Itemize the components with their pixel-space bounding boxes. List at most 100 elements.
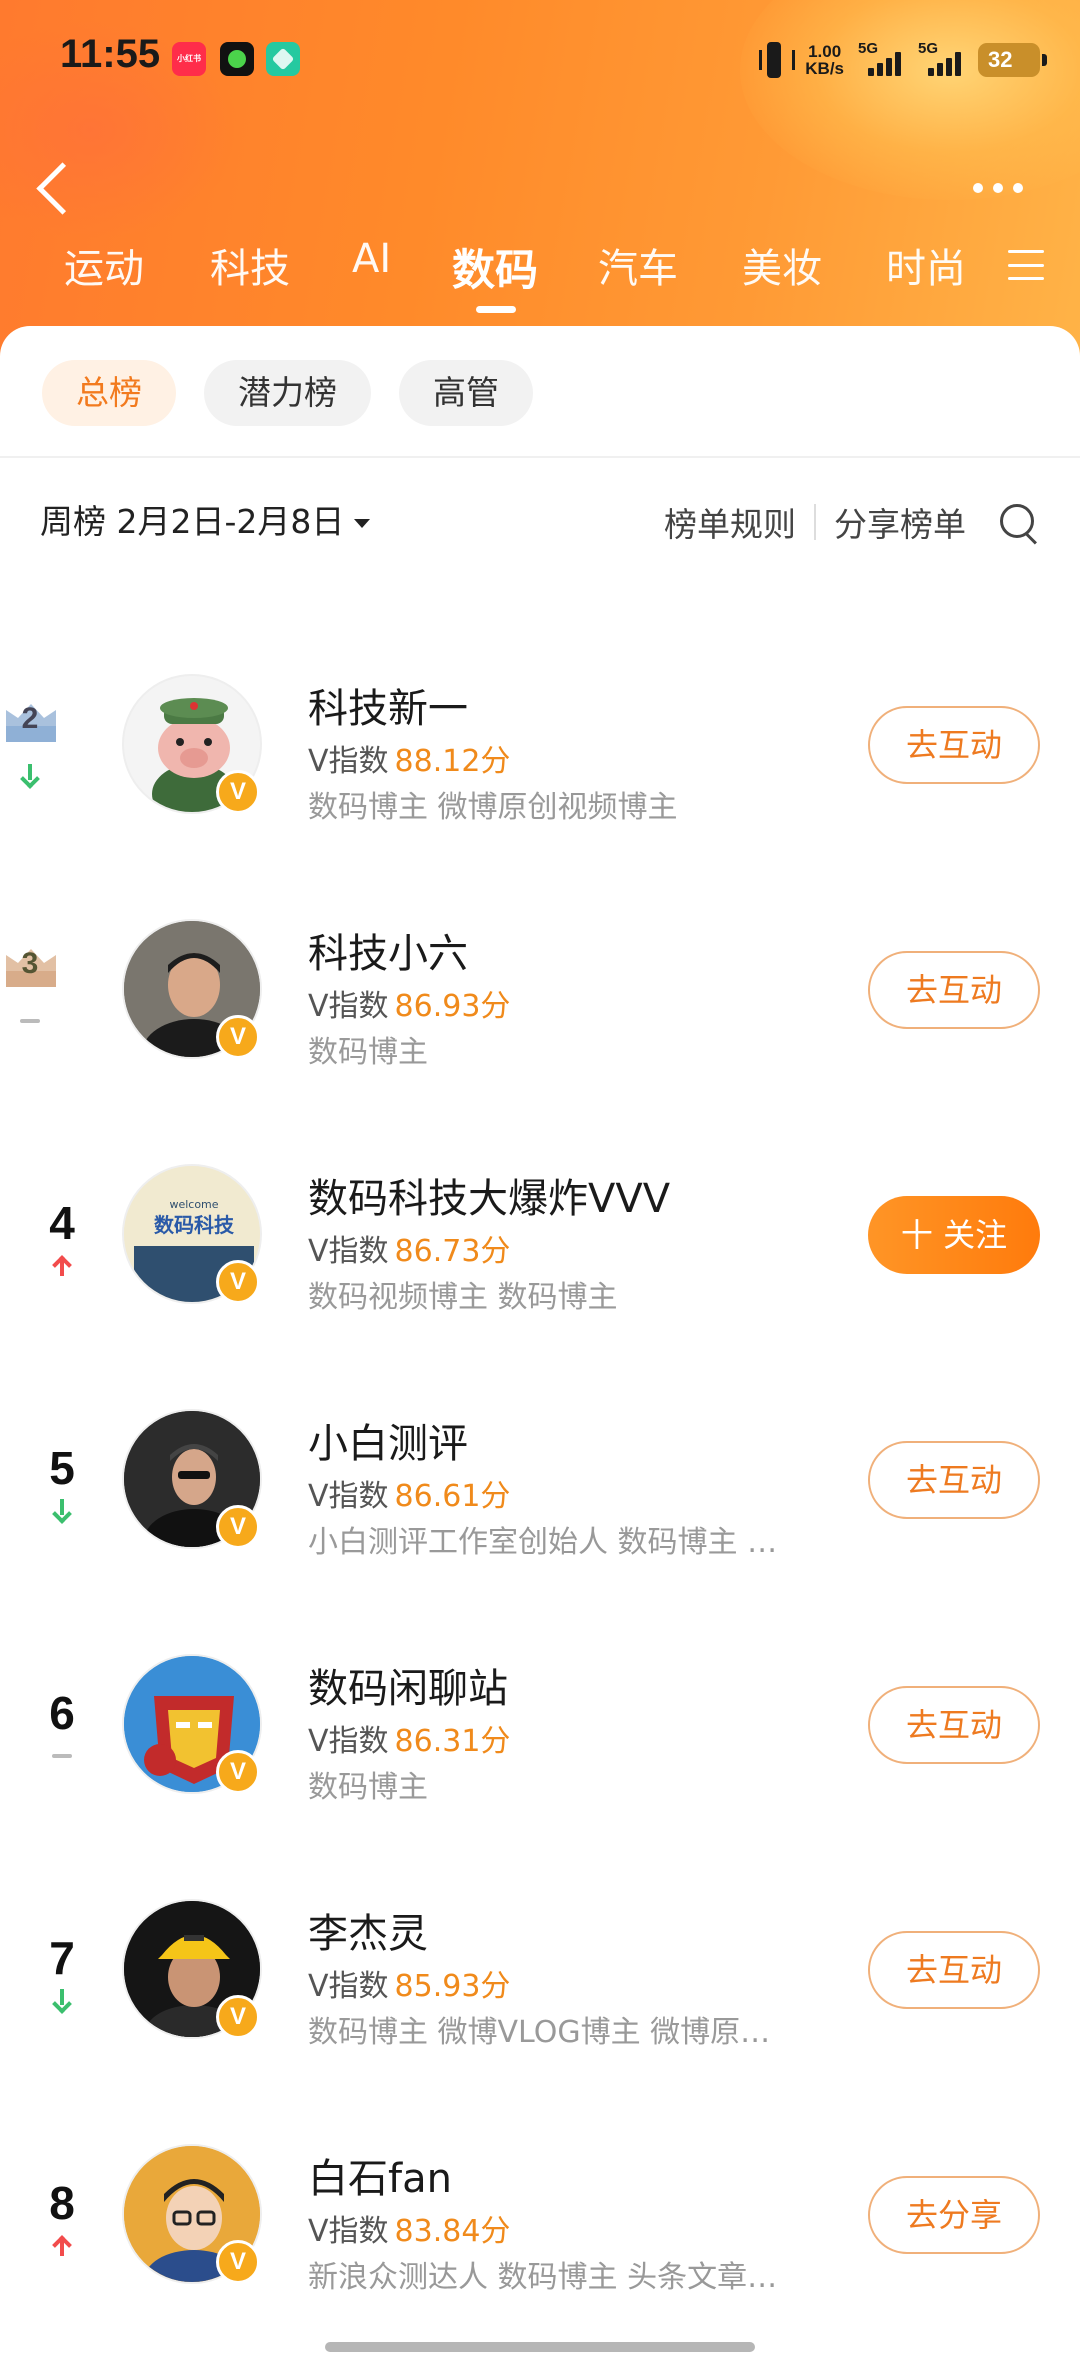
v-index: V指数 88.12分 — [308, 736, 510, 780]
search-icon[interactable] — [996, 500, 1040, 544]
avatar-welcome-text: welcome — [169, 1198, 218, 1211]
v-index-value: 86.31分 — [394, 1724, 511, 1759]
v-index: V指数 86.31分 — [308, 1716, 510, 1760]
share-button[interactable]: 去分享 — [868, 2176, 1040, 2254]
blogger-name[interactable]: 科技小六 — [308, 921, 468, 979]
tab-fashion[interactable]: 时尚 — [886, 236, 966, 294]
v-index-label: V指数 — [308, 989, 389, 1024]
rank-number: 4 — [49, 1197, 75, 1249]
interact-button[interactable]: 去互动 — [868, 951, 1040, 1029]
status-time: 11:55 — [60, 32, 161, 76]
v-index-value: 86.61分 — [394, 1479, 511, 1514]
menu-icon[interactable] — [1008, 250, 1044, 280]
verified-badge-icon — [216, 1015, 260, 1059]
back-button[interactable] — [30, 156, 80, 220]
period-label: 周榜 2月2日-2月8日 — [40, 502, 345, 541]
verified-badge-icon — [216, 1995, 260, 2039]
category-tabs: 运动 科技 AI 数码 汽车 美妆 时尚 — [0, 236, 1080, 316]
signal-icon: 5G — [918, 40, 964, 80]
header-banner: 11:55 小红书 1.00 KB/s 5G 5G 32 运动 科技 AI 数码 — [0, 0, 1080, 360]
interact-button[interactable]: 去互动 — [868, 1931, 1040, 2009]
blogger-tags: 新浪众测达人 数码博主 头条文章… — [308, 2260, 778, 2295]
network-speed-unit: KB/s — [805, 59, 844, 78]
v-index: V指数 85.93分 — [308, 1961, 510, 2005]
v-index-label: V指数 — [308, 744, 389, 779]
active-tab-indicator — [476, 306, 516, 313]
trend-down-icon — [18, 764, 42, 788]
blogger-tags: 数码视频博主 数码博主 — [308, 1280, 618, 1315]
v-index-value: 86.93分 — [394, 989, 511, 1024]
subtab-executives[interactable]: 高管 — [399, 360, 533, 426]
v-index-label: V指数 — [308, 1479, 389, 1514]
v-index: V指数 86.61分 — [308, 1471, 510, 1515]
trend-up-icon — [50, 2234, 74, 2258]
avatar-logo-text: 数码科技 — [154, 1213, 235, 1237]
verified-badge-icon — [216, 770, 260, 814]
tab-beauty[interactable]: 美妆 — [742, 236, 822, 294]
trend-down-icon — [50, 1499, 74, 1523]
ranking-row[interactable]: 5 小白测评 V指数86.61分 小白测评工作室创始人 数码博主 … 去互动 — [0, 1371, 1080, 1616]
status-bar: 11:55 小红书 1.00 KB/s 5G 5G 32 — [0, 0, 1080, 120]
v-index-label: V指数 — [308, 1234, 389, 1269]
tab-auto[interactable]: 汽车 — [598, 236, 678, 294]
blogger-tags: 数码博主 — [308, 1770, 428, 1805]
sub-tabs: 总榜 潜力榜 高管 — [42, 360, 533, 426]
tab-tech[interactable]: 科技 — [210, 236, 290, 294]
trend-up-icon — [50, 1254, 74, 1278]
interact-button[interactable]: 去互动 — [868, 1441, 1040, 1519]
ranking-panel: 总榜 潜力榜 高管 周榜 2月2日-2月8日 榜单规则 分享榜单 2 V 科技新… — [0, 326, 1080, 2376]
ranking-row[interactable]: 8 白石fan V指数83.84分 新浪众测达人 数码博主 头条文章… 去分享 — [0, 2106, 1080, 2351]
ranking-row[interactable]: 7 李杰灵 V指数85.93分 数码博主 微博VLOG博主 微博原… 去互动 — [0, 1861, 1080, 2106]
subtab-potential[interactable]: 潜力榜 — [204, 360, 371, 426]
blogger-name[interactable]: 小白测评 — [308, 1411, 468, 1469]
separator — [814, 504, 816, 540]
blogger-tags: 数码博主 — [308, 1035, 428, 1070]
v-index-label: V指数 — [308, 2214, 389, 2249]
caret-down-icon — [354, 519, 371, 528]
rank-number: 6 — [49, 1687, 75, 1739]
trend-unchanged-icon — [18, 1009, 42, 1033]
v-index-label: V指数 — [308, 1724, 389, 1759]
ranking-row[interactable]: 3 科技小六 V指数86.93分 数码博主 去互动 — [0, 881, 1080, 1126]
app-notification-icon — [220, 42, 254, 76]
home-indicator[interactable] — [325, 2342, 755, 2352]
rank-number: 8 — [49, 2177, 75, 2229]
blogger-name[interactable]: 李杰灵 — [308, 1901, 428, 1959]
system-icons: 1.00 KB/s 5G 5G 32 — [757, 36, 1047, 84]
ranking-row[interactable]: 2 科技新一 V指数88.12分 数码博主 微博原创视频博主 去互动 — [0, 636, 1080, 881]
blogger-name[interactable]: 科技新一 — [308, 676, 468, 734]
rank-number: 5 — [49, 1442, 75, 1494]
interact-button[interactable]: 去互动 — [868, 1686, 1040, 1764]
blogger-tags: 小白测评工作室创始人 数码博主 … — [308, 1525, 778, 1560]
tab-digital[interactable]: 数码 — [452, 236, 538, 298]
rank-number: 3 — [21, 947, 39, 980]
ranking-row[interactable]: 6 数码闲聊站 V指数86.31分 数码博主 去互动 — [0, 1616, 1080, 1861]
divider — [0, 456, 1080, 458]
verified-badge-icon — [216, 1505, 260, 1549]
follow-button[interactable]: 十 关注 — [868, 1196, 1040, 1274]
period-selector[interactable]: 周榜 2月2日-2月8日 — [40, 492, 371, 552]
ranking-row[interactable]: 4 welcome 数码科技 数码科技大爆炸VVV V指数86.73分 数码视频… — [0, 1126, 1080, 1371]
ranking-rules-link[interactable]: 榜单规则 — [664, 498, 796, 546]
blogger-name[interactable]: 白石fan — [308, 2146, 452, 2204]
subtab-overall[interactable]: 总榜 — [42, 360, 176, 426]
rank-number: 2 — [21, 702, 39, 735]
blogger-name[interactable]: 数码科技大爆炸VVV — [308, 1166, 670, 1224]
v-index-value: 86.73分 — [394, 1234, 511, 1269]
tab-ai[interactable]: AI — [352, 236, 391, 282]
trend-down-icon — [50, 1989, 74, 2013]
blogger-name[interactable]: 数码闲聊站 — [308, 1656, 508, 1714]
v-index-value: 88.12分 — [394, 744, 511, 779]
share-ranking-link[interactable]: 分享榜单 — [834, 498, 966, 546]
battery-icon: 32 — [978, 43, 1047, 77]
more-options-button[interactable] — [966, 168, 1030, 208]
tab-sports[interactable]: 运动 — [64, 236, 144, 294]
ranking-toolbar: 周榜 2月2日-2月8日 榜单规则 分享榜单 — [40, 492, 1040, 552]
v-index: V指数 83.84分 — [308, 2206, 510, 2250]
network-speed-value: 1.00 — [808, 42, 842, 61]
verified-badge-icon — [216, 1260, 260, 1304]
interact-button[interactable]: 去互动 — [868, 706, 1040, 784]
v-index-value: 83.84分 — [394, 2214, 511, 2249]
app-notification-icon — [266, 42, 300, 76]
signal-icon: 5G — [858, 40, 904, 80]
